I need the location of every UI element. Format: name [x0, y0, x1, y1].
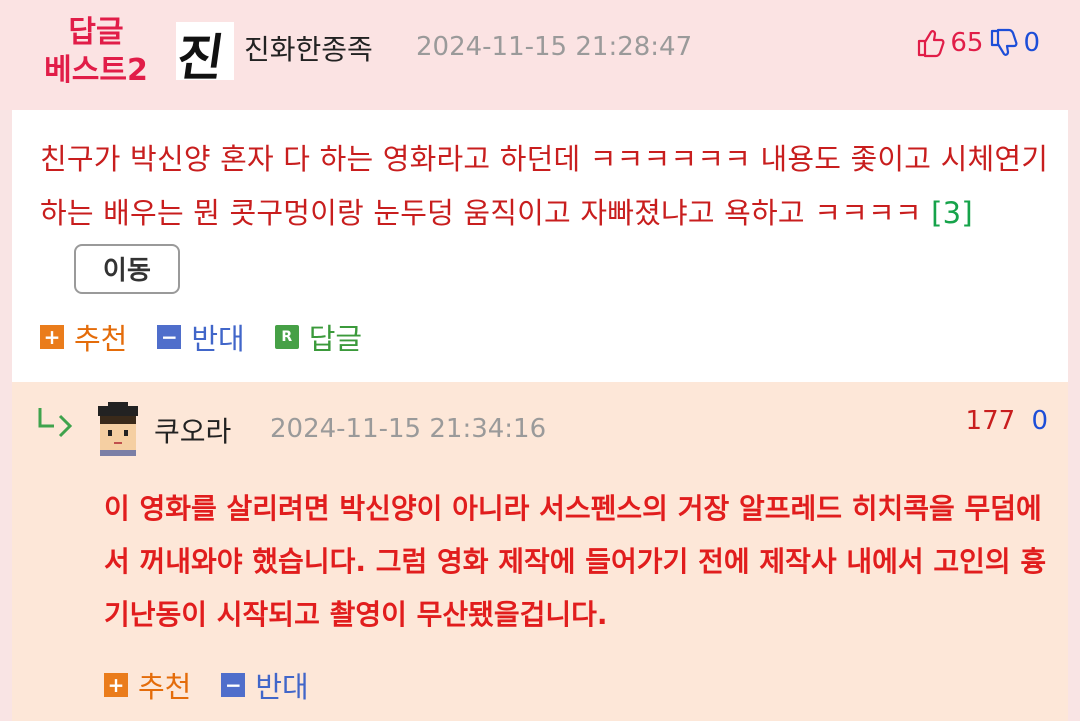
- nested-reply: 쿠오라 2024-11-15 21:34:16 177 0 이 영화를 살리려면…: [12, 382, 1068, 721]
- avatar[interactable]: 진: [176, 22, 234, 80]
- vote-counts: 65 0: [916, 28, 1040, 58]
- best-reply-body: 친구가 박신양 혼자 다 하는 영화라고 하던데 ㅋㅋㅋㅋㅋㅋ 내용도 좇이고 …: [12, 110, 1068, 382]
- comment-text: 친구가 박신양 혼자 다 하는 영화라고 하던데 ㅋㅋㅋㅋㅋㅋ 내용도 좇이고 …: [40, 132, 1050, 294]
- plus-icon: +: [40, 325, 64, 349]
- best-reply-badge-line2: 베스트2: [44, 53, 148, 88]
- recommend-button[interactable]: + 추천: [40, 316, 127, 358]
- thumbs-down-icon[interactable]: [989, 28, 1019, 58]
- upvote-count[interactable]: 177: [966, 406, 1016, 436]
- downvote-count: 0: [1023, 28, 1040, 58]
- recommend-button[interactable]: + 추천: [104, 664, 191, 706]
- minus-icon: −: [157, 325, 182, 349]
- reply-icon: R: [274, 325, 299, 349]
- oppose-label: 반대: [255, 670, 309, 704]
- best-reply-badge-line1: 답글: [68, 15, 124, 50]
- vote-counts: 177 0: [966, 406, 1048, 436]
- comment-page: 답글 베스트2 진 진화한종족 2024-11-15 21:28:47 65 0: [0, 0, 1080, 721]
- comment-actions: + 추천 − 반대: [104, 664, 339, 706]
- reply-arrow-icon: [36, 406, 76, 442]
- downvote-count[interactable]: 0: [1031, 406, 1048, 436]
- avatar-char: 진: [176, 28, 228, 80]
- author-nickname[interactable]: 진화한종족: [244, 28, 373, 68]
- avatar[interactable]: [90, 400, 146, 456]
- comment-datetime: 2024-11-15 21:34:16: [270, 414, 547, 444]
- upvote-count: 65: [950, 28, 984, 58]
- comment-actions: + 추천 − 반대 R 답글: [40, 316, 392, 358]
- best-reply-header: 답글 베스트2 진 진화한종족 2024-11-15 21:28:47 65 0: [0, 0, 1080, 110]
- recommend-label: 추천: [74, 322, 128, 356]
- reply-button[interactable]: R 답글: [274, 316, 363, 358]
- author-nickname[interactable]: 쿠오라: [154, 410, 231, 450]
- reply-label: 답글: [308, 322, 363, 356]
- oppose-button[interactable]: − 반대: [157, 316, 245, 358]
- plus-icon: +: [104, 673, 128, 697]
- move-button[interactable]: 이동: [74, 244, 180, 294]
- reply-count[interactable]: [3]: [931, 196, 973, 230]
- comment-text-content: 친구가 박신양 혼자 다 하는 영화라고 하던데 ㅋㅋㅋㅋㅋㅋ 내용도 좇이고 …: [40, 142, 1049, 230]
- recommend-label: 추천: [138, 670, 192, 704]
- oppose-button[interactable]: − 반대: [221, 664, 309, 706]
- comment-text: 이 영화를 살리려면 박신양이 아니라 서스펜스의 거장 알프레드 히치콕을 무…: [104, 492, 1047, 631]
- minus-icon: −: [221, 673, 246, 697]
- oppose-label: 반대: [191, 322, 245, 356]
- comment-datetime: 2024-11-15 21:28:47: [416, 32, 693, 62]
- thumbs-up-icon[interactable]: [916, 28, 946, 58]
- best-reply-badge: 답글 베스트2: [36, 14, 156, 90]
